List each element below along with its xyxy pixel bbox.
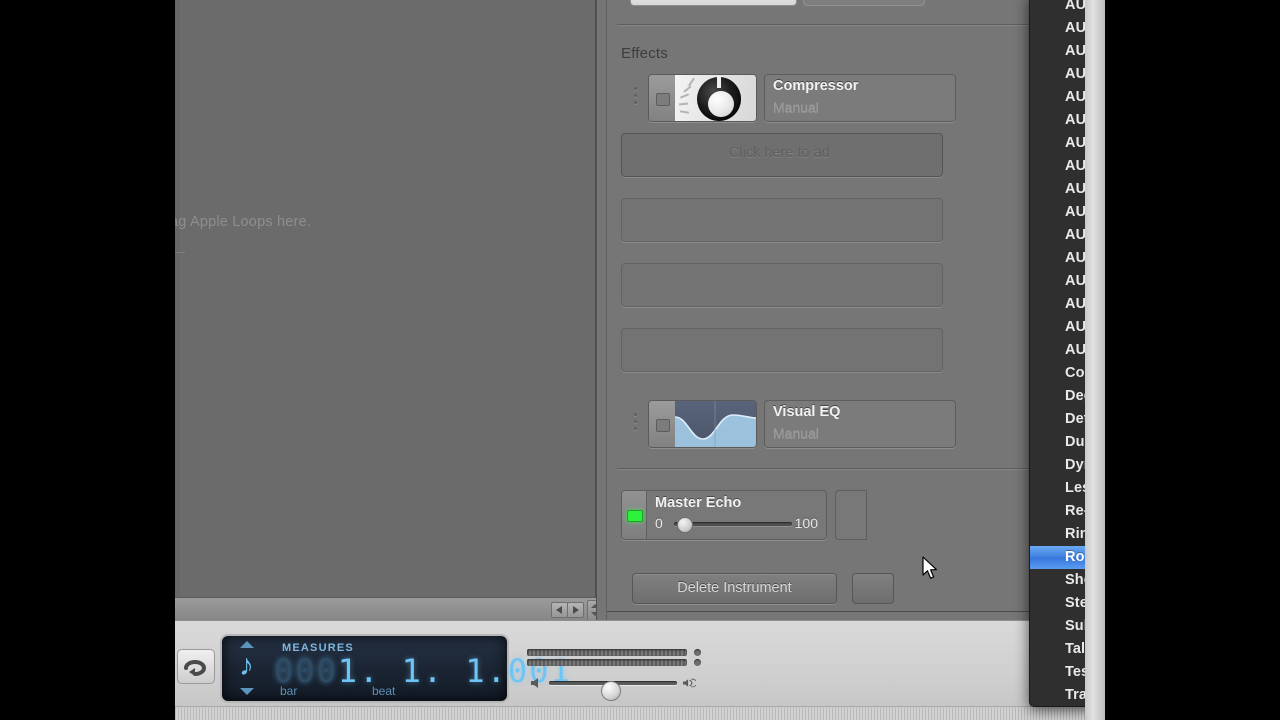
add-effect-slot[interactable]: Click here to ad bbox=[621, 133, 943, 177]
scroll-right-arrow-icon[interactable] bbox=[567, 602, 584, 618]
letterbox-right bbox=[1105, 0, 1280, 720]
empty-effect-slot-2[interactable] bbox=[621, 263, 943, 307]
master-echo-min-value: 0 bbox=[655, 515, 663, 531]
empty-effect-slot-3[interactable] bbox=[621, 328, 943, 372]
master-volume-slider[interactable] bbox=[527, 674, 707, 701]
effect-power-button-visual-eq[interactable] bbox=[649, 401, 676, 447]
drag-handle-icon[interactable] bbox=[634, 413, 638, 433]
triangle-down-icon[interactable] bbox=[240, 688, 254, 695]
compressor-thumbnail[interactable] bbox=[648, 74, 757, 122]
speaker-high-icon bbox=[683, 678, 696, 688]
eq-curve-icon bbox=[675, 401, 756, 447]
master-reverb-send-partial[interactable] bbox=[835, 490, 867, 540]
master-echo-label: Master Echo bbox=[655, 495, 742, 511]
scroll-left-arrow-icon[interactable] bbox=[551, 602, 568, 618]
effect-name-visual-eq: Visual EQ bbox=[773, 404, 841, 420]
master-echo-slider[interactable] bbox=[674, 517, 792, 533]
loop-canvas-inner bbox=[180, 0, 595, 620]
effect-name-field-visual-eq[interactable]: Visual EQ Manual bbox=[764, 400, 956, 448]
effect-name-field-compressor[interactable]: Compressor Manual bbox=[764, 74, 956, 122]
master-echo-max-value: 100 bbox=[794, 515, 818, 531]
add-effect-hint: Click here to ad bbox=[729, 145, 830, 161]
lcd-display[interactable]: ♪ MEASURES 0001. 1. 1.001 bar beat bbox=[220, 634, 570, 703]
power-led-icon bbox=[656, 93, 670, 106]
speaker-low-icon bbox=[531, 678, 538, 688]
empty-effect-slot-1[interactable] bbox=[621, 198, 943, 242]
compressor-knob-icon bbox=[675, 75, 756, 121]
visual-eq-thumbnail[interactable] bbox=[648, 400, 757, 448]
knob-dial-icon bbox=[697, 76, 741, 121]
master-echo-power-button[interactable] bbox=[622, 491, 647, 539]
level-meters bbox=[527, 649, 702, 667]
canvas-scrollbar[interactable] bbox=[175, 597, 603, 621]
effect-power-button-compressor[interactable] bbox=[649, 75, 676, 121]
effects-section-title: Effects bbox=[621, 45, 668, 62]
triangle-up-icon[interactable] bbox=[240, 641, 254, 648]
volume-track[interactable] bbox=[549, 681, 677, 701]
garageband-window: ag Apple Loops here. Effects Compressor … bbox=[175, 0, 1105, 720]
mouse-cursor-icon bbox=[922, 556, 937, 579]
power-led-icon bbox=[656, 419, 670, 432]
volume-knob[interactable] bbox=[600, 681, 621, 701]
screen: ag Apple Loops here. Effects Compressor … bbox=[0, 0, 1280, 720]
clip-indicator-left[interactable] bbox=[694, 649, 701, 656]
transport-texture-strip bbox=[175, 706, 1105, 720]
window-right-edge bbox=[1085, 0, 1105, 720]
effect-preset-compressor: Manual bbox=[773, 99, 819, 115]
transport-bar: ♪ MEASURES 0001. 1. 1.001 bar beat bbox=[175, 620, 1105, 720]
lcd-beat-label: beat bbox=[372, 684, 396, 698]
clip-indicator-right[interactable] bbox=[694, 659, 701, 666]
master-echo-slider-knob[interactable] bbox=[677, 517, 694, 533]
drag-handle-icon[interactable] bbox=[634, 87, 638, 107]
level-meter-left bbox=[527, 649, 701, 656]
loop-drop-hint: ag Apple Loops here. bbox=[175, 214, 312, 230]
delete-instrument-button[interactable]: Delete Instrument bbox=[632, 573, 837, 604]
partial-slider-control[interactable] bbox=[630, 0, 797, 6]
eighth-note-icon[interactable]: ♪ bbox=[239, 651, 254, 681]
cycle-icon bbox=[184, 660, 206, 676]
level-meter-right bbox=[527, 659, 701, 666]
partial-popup-control[interactable] bbox=[803, 0, 925, 6]
cycle-button[interactable] bbox=[177, 649, 215, 684]
canvas-rule bbox=[175, 252, 185, 253]
inspector-footer-button[interactable] bbox=[852, 573, 894, 604]
power-led-icon bbox=[627, 510, 643, 522]
letterbox-left bbox=[0, 0, 175, 720]
lcd-bar-label: bar bbox=[280, 684, 298, 698]
master-echo-send[interactable]: Master Echo 0 100 bbox=[621, 490, 827, 540]
effect-preset-visual-eq: Manual bbox=[773, 425, 819, 441]
effect-name-compressor: Compressor bbox=[773, 78, 859, 94]
loop-browser-canvas[interactable]: ag Apple Loops here. bbox=[175, 0, 603, 621]
